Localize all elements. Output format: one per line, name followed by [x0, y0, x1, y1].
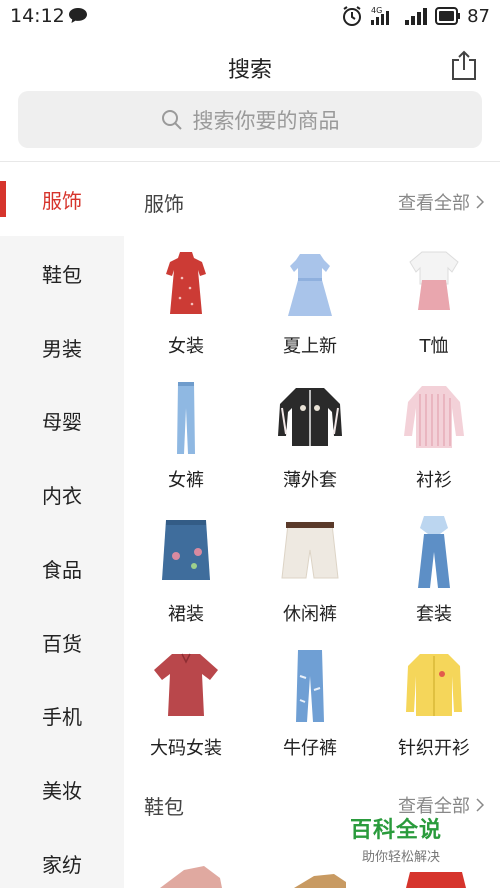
category-item-label: T恤: [419, 336, 449, 357]
blue-dress-image: [288, 254, 332, 316]
tshirt-image: [409, 251, 459, 310]
network-label: 4G: [371, 6, 382, 15]
battery-icon: [435, 7, 461, 25]
sidebar-item-label: 家纺: [42, 852, 82, 877]
search-input[interactable]: 搜索你要的商品: [18, 91, 482, 148]
alarm-icon: [343, 6, 362, 26]
sidebar-item-clothing[interactable]: 服饰: [0, 162, 124, 236]
category-item[interactable]: 女装: [124, 244, 248, 374]
sidebar-item-phones[interactable]: 手机: [0, 678, 124, 752]
share-icon[interactable]: [450, 49, 478, 81]
red-dress-image: [166, 252, 206, 314]
signal-4g-icon: 4G: [371, 6, 390, 25]
watermark-logo: 百科全说 助你轻松解决: [350, 812, 475, 865]
jeans-image: [296, 650, 324, 722]
category-item-label: 大码女装: [150, 738, 222, 759]
status-right: 4G 87: [341, 4, 490, 28]
category-item[interactable]: 薄外套: [248, 378, 372, 508]
category-item-label: 针织开衫: [398, 738, 470, 759]
title-bar: 搜索: [0, 32, 500, 90]
section-title: 鞋包: [144, 794, 184, 819]
jacket-image: [278, 388, 342, 446]
chevron-right-icon: [476, 798, 484, 812]
sidebar-item-shoes-bags[interactable]: 鞋包: [0, 236, 124, 310]
sidebar-item-label: 百货: [42, 631, 82, 656]
sidebar-item-label: 服饰: [42, 188, 82, 213]
active-indicator: [0, 181, 6, 217]
category-item[interactable]: 针织开衫: [372, 646, 496, 776]
sidebar-item-label: 食品: [42, 557, 82, 582]
category-content: 服饰 查看全部 女装 夏上新 T恤 女裤 薄外套 衬衫 裙装 休闲裤 套装 大码…: [124, 162, 500, 888]
denim-skirt-image: [162, 520, 210, 580]
view-all-link[interactable]: 查看全部: [398, 189, 484, 215]
sidebar-item-baby[interactable]: 母婴: [0, 383, 124, 457]
message-icon: [69, 8, 87, 23]
sidebar-item-label: 手机: [42, 704, 82, 729]
battery-level: 87: [467, 5, 490, 27]
cardigan-image: [406, 654, 462, 716]
category-item[interactable]: 衬衫: [372, 378, 496, 508]
view-all-label: 查看全部: [398, 193, 470, 214]
pants-image: [177, 382, 195, 454]
status-bar: 14:12 4G 87: [0, 0, 500, 32]
category-item[interactable]: 大码女装: [124, 646, 248, 776]
sidebar-item-label: 母婴: [42, 409, 82, 434]
category-item-label: 女装: [168, 336, 204, 357]
outfit-set-image: [418, 516, 450, 588]
sidebar-item-underwear[interactable]: 内衣: [0, 457, 124, 531]
sidebar-item-label: 鞋包: [42, 262, 82, 287]
search-placeholder: 搜索你要的商品: [192, 108, 340, 133]
sidebar-item-menswear[interactable]: 男装: [0, 310, 124, 384]
search-icon: [161, 109, 182, 130]
section-header: 服饰 查看全部: [144, 182, 484, 222]
watermark-title: 百科全说: [350, 818, 443, 843]
shirt-image: [404, 386, 464, 448]
category-item-label: 衬衫: [416, 470, 452, 491]
category-item-label: 休闲裤: [283, 604, 337, 625]
sidebar-item-label: 男装: [42, 336, 82, 361]
category-item-label: 套装: [416, 604, 452, 625]
category-item-label: 裙装: [168, 604, 204, 625]
plus-size-top-image: [154, 653, 218, 716]
status-time: 14:12: [10, 5, 65, 27]
chevron-right-icon: [476, 195, 484, 209]
shorts-image: [281, 522, 339, 579]
sidebar-item-general[interactable]: 百货: [0, 605, 124, 679]
sidebar-item-beauty[interactable]: 美妆: [0, 752, 124, 826]
category-item[interactable]: 套装: [372, 512, 496, 642]
sidebar-item-label: 内衣: [42, 483, 82, 508]
signal-icon: [405, 8, 428, 25]
category-sidebar: 服饰 鞋包 男装 母婴 内衣 食品 百货 手机 美妆 家纺: [0, 162, 124, 888]
category-item-label: 薄外套: [283, 470, 337, 491]
category-item-label: 夏上新: [283, 336, 337, 357]
category-item[interactable]: 休闲裤: [248, 512, 372, 642]
section-title: 服饰: [144, 191, 184, 216]
page-title: 搜索: [227, 58, 272, 83]
category-item[interactable]: 夏上新: [248, 244, 372, 374]
category-item[interactable]: 裙装: [124, 512, 248, 642]
sidebar-item-food[interactable]: 食品: [0, 531, 124, 605]
sidebar-item-textiles[interactable]: 家纺: [0, 826, 124, 888]
category-item-label: 女裤: [168, 470, 204, 491]
watermark-subtitle: 助你轻松解决: [362, 850, 441, 865]
category-item[interactable]: 女裤: [124, 378, 248, 508]
category-item-label: 牛仔裤: [283, 738, 337, 759]
category-item[interactable]: 牛仔裤: [248, 646, 372, 776]
category-item[interactable]: T恤: [372, 244, 496, 374]
sidebar-item-label: 美妆: [42, 778, 82, 803]
